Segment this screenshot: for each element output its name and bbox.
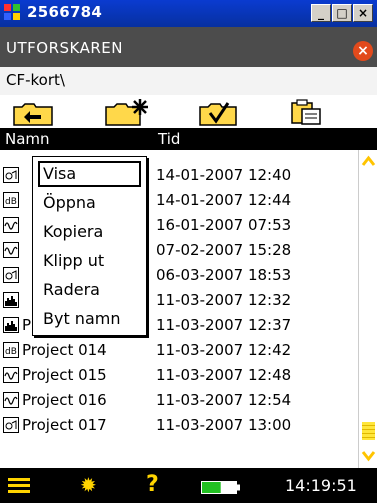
file-time: 16-01-2007 07:53 xyxy=(156,216,292,234)
wave-file-icon xyxy=(3,392,19,408)
scroll-thumb[interactable] xyxy=(362,422,375,440)
file-time: 14-01-2007 12:44 xyxy=(156,191,292,209)
paste-button[interactable] xyxy=(282,97,338,127)
backlight-icon[interactable]: ✹ xyxy=(80,473,97,497)
file-time: 11-03-2007 12:42 xyxy=(156,341,292,359)
maximize-button[interactable]: □ xyxy=(332,4,352,22)
sound-file-icon xyxy=(3,267,19,283)
scroll-up-icon[interactable] xyxy=(361,154,376,168)
close-app-button[interactable]: × xyxy=(353,41,373,61)
context-menu: Visa Öppna Kopiera Klipp ut Radera Byt namn xyxy=(32,156,147,336)
context-menu-item[interactable]: Kopiera xyxy=(38,219,142,245)
app-icon xyxy=(4,4,22,22)
column-time-header[interactable]: Tid xyxy=(158,130,180,148)
context-menu-label: Visa xyxy=(43,164,77,183)
help-button[interactable]: ? xyxy=(146,472,159,497)
window-title: 2566784 xyxy=(27,3,103,21)
toolbar xyxy=(0,95,377,128)
file-time: 11-03-2007 12:37 xyxy=(156,316,292,334)
explorer-window: 2566784 _ □ × UTFORSKAREN × CF-kort\ Nam… xyxy=(0,0,377,503)
file-name: Project 016 xyxy=(22,391,107,409)
file-name: Project 017 xyxy=(22,416,107,434)
file-time: 11-03-2007 12:48 xyxy=(156,366,292,384)
context-menu-label: Radera xyxy=(43,280,100,299)
wave-file-icon xyxy=(3,242,19,258)
paste-icon xyxy=(291,99,321,125)
spectrum-file-icon xyxy=(3,292,19,308)
file-row[interactable]: Project 016 11-03-2007 12:54 xyxy=(0,389,358,412)
title-bar: 2566784 _ □ × xyxy=(0,0,377,27)
svg-text:dB: dB xyxy=(5,197,17,207)
clock: 14:19:51 xyxy=(285,476,357,495)
context-menu-label: Klipp ut xyxy=(43,251,105,270)
file-name: Project 015 xyxy=(22,366,107,384)
file-row[interactable]: Project 017 11-03-2007 13:00 xyxy=(0,414,358,437)
folder-up-button[interactable] xyxy=(8,97,64,127)
file-time: 11-03-2007 12:32 xyxy=(156,291,292,309)
minimize-button[interactable]: _ xyxy=(311,4,331,22)
context-menu-label: Öppna xyxy=(43,193,96,212)
app-header: UTFORSKAREN × xyxy=(0,27,377,67)
taskbar: ✹ ? 14:19:51 xyxy=(0,468,377,503)
sound-file-icon xyxy=(3,167,19,183)
column-name-header[interactable]: Namn xyxy=(5,130,50,148)
current-path: CF-kort\ xyxy=(6,71,65,89)
select-icon xyxy=(199,102,237,126)
wave-file-icon xyxy=(3,367,19,383)
page-title: UTFORSKAREN xyxy=(6,39,123,57)
scroll-down-icon[interactable] xyxy=(361,448,376,462)
file-name: Project 014 xyxy=(22,341,107,359)
svg-text:dB: dB xyxy=(5,347,17,357)
context-menu-label: Kopiera xyxy=(43,222,104,241)
battery-icon[interactable] xyxy=(201,481,241,494)
sound-file-icon xyxy=(3,417,19,433)
select-button[interactable] xyxy=(190,97,246,127)
context-menu-item[interactable]: Klipp ut xyxy=(38,248,142,274)
column-header: Namn Tid xyxy=(0,128,377,150)
context-menu-label: Byt namn xyxy=(43,309,121,328)
new-folder-button[interactable] xyxy=(100,97,156,127)
wave-file-icon xyxy=(3,217,19,233)
db-file-icon: dB xyxy=(3,192,19,208)
file-time: 11-03-2007 12:54 xyxy=(156,391,292,409)
db-file-icon: dB xyxy=(3,342,19,358)
scrollbar[interactable] xyxy=(358,150,377,468)
file-row[interactable]: Project 015 11-03-2007 12:48 xyxy=(0,364,358,387)
file-time: 07-02-2007 15:28 xyxy=(156,241,292,259)
breadcrumb: CF-kort\ xyxy=(0,67,377,95)
window-close-button[interactable]: × xyxy=(353,4,373,22)
file-row[interactable]: dB Project 014 11-03-2007 12:42 xyxy=(0,339,358,362)
spectrum-file-icon xyxy=(3,317,19,333)
file-time: 11-03-2007 13:00 xyxy=(156,416,292,434)
folder-up-icon xyxy=(13,103,53,126)
file-time: 14-01-2007 12:40 xyxy=(156,166,292,184)
context-menu-item[interactable]: Byt namn xyxy=(38,306,142,332)
file-time: 06-03-2007 18:53 xyxy=(156,266,292,284)
context-menu-item[interactable]: Visa xyxy=(38,161,141,187)
start-menu-button[interactable] xyxy=(8,478,30,494)
context-menu-item[interactable]: Radera xyxy=(38,277,142,303)
new-folder-icon xyxy=(105,99,148,126)
context-menu-item[interactable]: Öppna xyxy=(38,190,142,216)
